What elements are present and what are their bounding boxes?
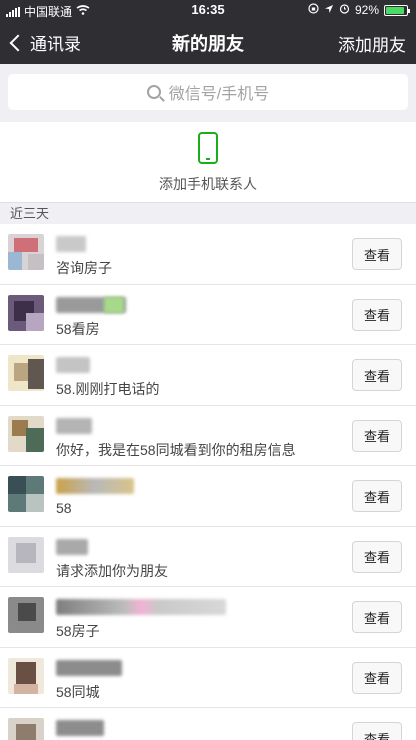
search-input[interactable]: 微信号/手机号 xyxy=(8,74,408,110)
search-placeholder: 微信号/手机号 xyxy=(168,86,270,103)
status-bar: 中国联通 16:35 92% xyxy=(0,0,416,20)
phone-icon xyxy=(198,132,218,164)
friend-request-row[interactable]: 58.刚刚打电话的 查看 xyxy=(0,345,416,406)
back-button[interactable]: 通讯录 xyxy=(8,30,81,55)
avatar xyxy=(8,536,44,573)
friend-request-row[interactable]: 你好，我是在58同城看到你的租房信息 查看 xyxy=(0,406,416,466)
view-button[interactable]: 查看 xyxy=(352,540,402,573)
contact-name-pixelated xyxy=(56,538,88,555)
nav-bar: 通讯录 新的朋友 添加朋友 xyxy=(0,20,416,64)
add-phone-contacts-label: 添加手机联系人 xyxy=(159,176,257,192)
contact-name-pixelated xyxy=(56,417,92,434)
request-message: 58同城 xyxy=(56,683,100,700)
avatar xyxy=(8,476,44,512)
avatar xyxy=(8,718,44,740)
avatar xyxy=(8,657,44,694)
avatar xyxy=(8,234,44,270)
friend-request-row[interactable]: 58同城 查看 xyxy=(0,648,416,708)
request-message: 58 xyxy=(56,500,72,516)
contact-name-pixelated xyxy=(56,236,86,252)
friend-request-list: 咨询房子 查看 58看房 查看 58.刚刚打电话的 查看 你好，我是在58同城看… xyxy=(0,224,416,740)
friend-request-row[interactable]: 咨询房子 查看 xyxy=(0,224,416,285)
request-message: 请求添加你为朋友 xyxy=(56,562,168,579)
back-label: 通讯录 xyxy=(30,35,81,54)
add-friend-button[interactable]: 添加朋友 xyxy=(338,31,406,56)
friend-request-row[interactable]: 请求添加你为朋友 查看 xyxy=(0,527,416,587)
avatar xyxy=(8,294,44,331)
view-button[interactable]: 查看 xyxy=(352,238,402,270)
friend-request-row[interactable]: 查看 xyxy=(0,708,416,740)
avatar xyxy=(8,355,44,391)
view-button[interactable]: 查看 xyxy=(352,661,402,694)
avatar xyxy=(8,415,44,452)
chevron-left-icon xyxy=(9,34,27,51)
request-message: 58.刚刚打电话的 xyxy=(56,381,160,397)
contact-name-pixelated xyxy=(56,357,90,373)
section-header: 近三天 xyxy=(0,202,416,224)
view-button[interactable]: 查看 xyxy=(352,419,402,452)
status-right: 92% xyxy=(308,3,410,17)
alarm-icon xyxy=(339,3,350,17)
friend-request-row[interactable]: 58房子 查看 xyxy=(0,587,416,648)
contact-name-pixelated xyxy=(56,659,122,676)
location-icon xyxy=(324,3,334,17)
search-icon xyxy=(146,85,161,99)
request-message: 咨询房子 xyxy=(56,260,112,276)
add-phone-contacts[interactable]: 添加手机联系人 xyxy=(0,122,416,202)
view-button[interactable]: 查看 xyxy=(352,298,402,331)
view-button[interactable]: 查看 xyxy=(352,601,402,633)
view-button[interactable]: 查看 xyxy=(352,359,402,391)
contact-name-pixelated xyxy=(56,599,226,615)
view-button[interactable]: 查看 xyxy=(352,722,402,740)
friend-request-row[interactable]: 58 查看 xyxy=(0,466,416,527)
friend-request-row[interactable]: 58看房 查看 xyxy=(0,285,416,345)
request-message: 你好，我是在58同城看到你的租房信息 xyxy=(56,441,296,458)
battery-icon xyxy=(384,4,410,16)
contact-name-pixelated xyxy=(56,720,104,736)
contact-name-pixelated xyxy=(56,478,134,494)
search-area: 微信号/手机号 xyxy=(0,64,416,122)
lock-rotation-icon xyxy=(308,3,319,17)
avatar xyxy=(8,597,44,633)
view-button[interactable]: 查看 xyxy=(352,480,402,512)
battery-percent: 92% xyxy=(354,3,379,17)
request-message: 58看房 xyxy=(56,320,100,337)
request-message: 58房子 xyxy=(56,623,100,639)
contact-name-pixelated xyxy=(104,296,124,313)
